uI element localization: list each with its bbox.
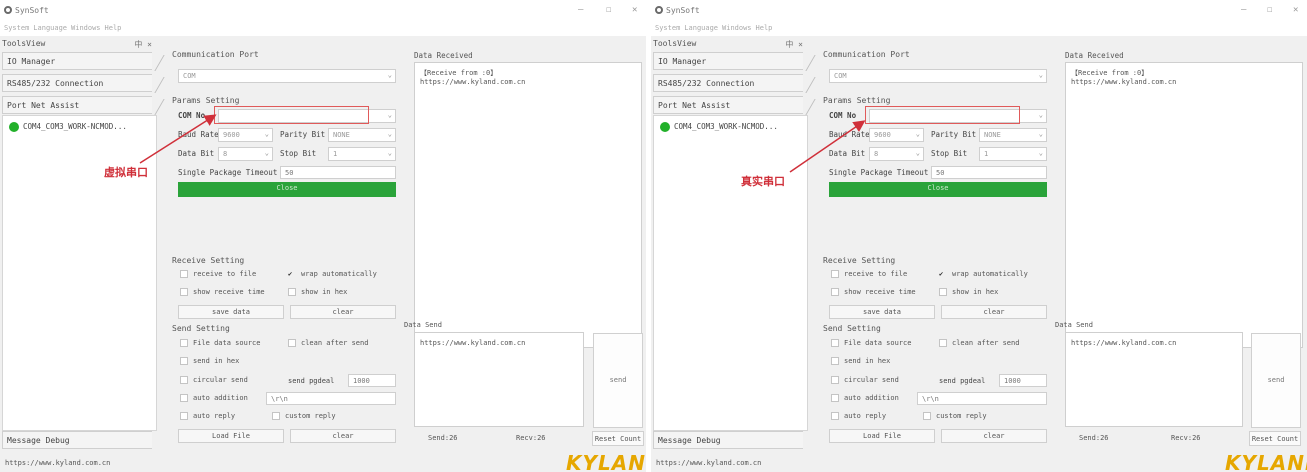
annotation-arrows — [139, 114, 866, 173]
arrow-virtual — [139, 114, 217, 164]
arrow-real — [789, 120, 866, 173]
